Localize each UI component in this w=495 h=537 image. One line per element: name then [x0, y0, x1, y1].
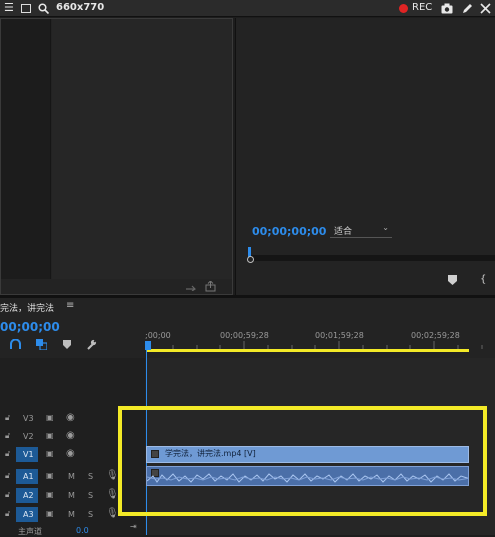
track-id-a3[interactable]: A3 — [23, 510, 34, 519]
ruler-label: ;00;00 — [145, 331, 171, 340]
film-icon[interactable]: ▣ — [46, 431, 54, 440]
timeline-timecode[interactable]: 00;00;00 — [0, 320, 60, 334]
search-icon[interactable] — [38, 3, 49, 14]
film-icon[interactable]: ▣ — [46, 449, 54, 458]
lock-icon[interactable]: 🔓︎ — [5, 413, 10, 423]
program-scrub-handle[interactable] — [247, 256, 254, 263]
ruler-label: 00;00;59;28 — [220, 331, 269, 340]
program-timecode[interactable]: 00;00;00;00 — [252, 225, 326, 238]
window-icon[interactable] — [21, 4, 31, 13]
lock-icon[interactable]: 🔓︎ — [5, 490, 10, 500]
program-monitor-panel: 00;00;00;00 适合 ⌄ { — [235, 18, 495, 295]
rec-label[interactable]: REC — [412, 2, 432, 13]
program-scrub-track[interactable] — [248, 255, 495, 261]
eye-icon[interactable]: ◉ — [66, 412, 75, 423]
ruler-ticks — [148, 341, 483, 349]
sequence-menu-icon[interactable]: ≡ — [66, 300, 74, 311]
top-toolbar: ☰ 660x770 REC — [0, 0, 495, 17]
wrench-icon[interactable] — [86, 339, 97, 350]
microphone-icon[interactable]: 🎙︎ — [106, 489, 119, 500]
program-viewer — [236, 18, 495, 218]
ruler-label: 00;01;59;28 — [315, 331, 364, 340]
eye-icon[interactable]: ◉ — [66, 448, 75, 459]
playhead-handle[interactable] — [145, 341, 151, 350]
eye-icon[interactable]: ◉ — [66, 430, 75, 441]
solo-button[interactable]: S — [88, 510, 93, 519]
menu-icon[interactable]: ☰ — [4, 1, 14, 14]
marker-icon[interactable] — [448, 275, 457, 285]
track-id-a1[interactable]: A1 — [23, 472, 34, 481]
add-marker-icon[interactable] — [63, 340, 71, 349]
source-monitor-panel — [0, 18, 233, 295]
go-to-end-icon[interactable]: ⇥ — [130, 522, 137, 531]
fit-dropdown[interactable]: 适合 ⌄ — [330, 223, 392, 238]
pen-icon[interactable] — [462, 3, 473, 14]
timeline-panel: 完法，讲完法 ≡ 00;00;00 ;00;00 00;00;59;28 00;… — [0, 298, 495, 536]
chevron-down-icon: ⌄ — [382, 223, 389, 232]
mute-button[interactable]: M — [68, 510, 75, 519]
lock-icon[interactable]: 🔓︎ — [5, 509, 10, 519]
highlight-box — [118, 406, 487, 516]
solo-button[interactable]: S — [88, 491, 93, 500]
master-volume-value[interactable]: 0.0 — [76, 526, 89, 535]
mute-button[interactable]: M — [68, 491, 75, 500]
ruler-label: 00;02;59;28 — [411, 331, 460, 340]
film-icon[interactable]: ▣ — [46, 471, 54, 480]
export-icon[interactable] — [205, 281, 217, 292]
source-monitor-sidebar — [1, 19, 51, 279]
fit-dropdown-label: 适合 — [334, 227, 353, 237]
work-area-bar[interactable] — [147, 349, 469, 352]
lock-icon[interactable]: 🔓︎ — [5, 449, 10, 459]
microphone-icon[interactable]: 🎙︎ — [106, 470, 119, 481]
track-id-v3[interactable]: V3 — [23, 414, 34, 423]
mark-in-icon[interactable]: { — [480, 274, 486, 285]
snap-icon[interactable] — [10, 339, 21, 350]
master-track-label: 主声道 — [18, 527, 42, 536]
source-monitor-viewer — [52, 19, 232, 279]
film-icon[interactable]: ▣ — [46, 413, 54, 422]
film-icon[interactable]: ▣ — [46, 509, 54, 518]
mute-button[interactable]: M — [68, 472, 75, 481]
track-id-v2[interactable]: V2 — [23, 432, 34, 441]
close-icon[interactable] — [480, 3, 491, 14]
sequence-tab-label[interactable]: 完法，讲完法 — [0, 301, 54, 314]
camera-icon[interactable] — [441, 3, 453, 14]
solo-button[interactable]: S — [88, 472, 93, 481]
track-id-a2[interactable]: A2 — [23, 491, 34, 500]
lock-icon[interactable]: 🔓︎ — [5, 431, 10, 441]
microphone-icon[interactable]: 🎙︎ — [106, 508, 119, 519]
linked-selection-icon[interactable] — [36, 339, 47, 350]
track-id-v1[interactable]: V1 — [23, 450, 34, 459]
insert-icon[interactable] — [186, 281, 198, 291]
lock-icon[interactable]: 🔓︎ — [5, 471, 10, 481]
window-size-label: 660x770 — [56, 2, 105, 13]
record-dot-icon[interactable] — [399, 4, 408, 13]
film-icon[interactable]: ▣ — [46, 490, 54, 499]
